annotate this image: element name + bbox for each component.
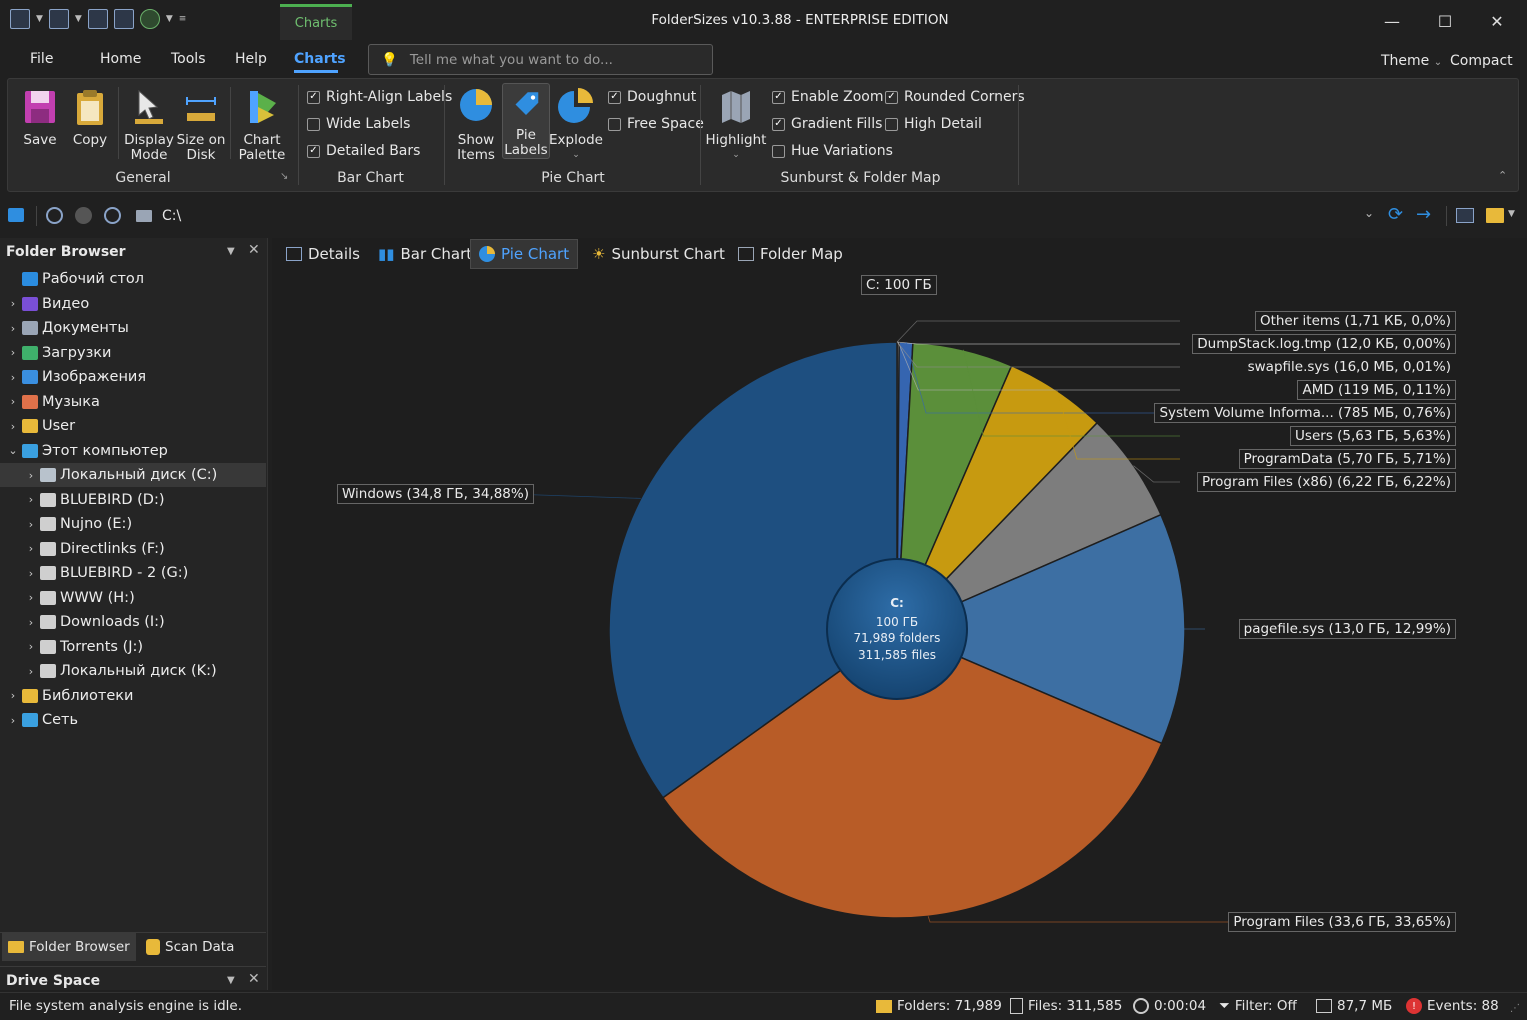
status-memory-label: 87,7 МБ: [1337, 998, 1393, 1014]
pie-label: Program Files (33,6 ГБ, 33,65%): [1228, 912, 1456, 932]
center-folders: 71,989 folders: [853, 631, 941, 645]
pie-label: DumpStack.log.tmp (12,0 КБ, 0,00%): [1192, 334, 1456, 354]
leader-line: [927, 916, 1256, 923]
pie-label: Other items (1,71 КБ, 0,0%): [1254, 311, 1456, 331]
status-files: Files: 311,585: [1010, 998, 1122, 1014]
leader-line: [896, 341, 1180, 345]
status-filter-label: Filter: Off: [1234, 998, 1297, 1014]
status-memory: 87,7 МБ: [1316, 998, 1392, 1014]
alert-icon: !: [1406, 998, 1422, 1014]
leader-line: [896, 320, 1180, 343]
pie-label: swapfile.sys (16,0 МБ, 0,01%): [1242, 357, 1456, 377]
clock-icon: [1133, 998, 1149, 1014]
status-folders: Folders: 71,989: [876, 998, 1002, 1014]
status-time-label: 0:00:04: [1154, 998, 1207, 1014]
folder-icon: [876, 999, 892, 1013]
center-files: 311,585 files: [858, 647, 936, 662]
pie-label: ProgramData (5,70 ГБ, 5,71%): [1238, 449, 1456, 469]
pie-chart: [509, 320, 1256, 923]
doughnut-center: C: 100 ГБ 71,989 folders 311,585 files: [826, 558, 968, 700]
pie-label: AMD (119 МБ, 0,11%): [1297, 380, 1456, 400]
status-message: File system analysis engine is idle.: [9, 998, 243, 1014]
status-bar: File system analysis engine is idle. Fol…: [0, 992, 1527, 1020]
status-time: 0:00:04: [1133, 998, 1206, 1014]
pie-label: Users (5,63 ГБ, 5,63%): [1290, 426, 1456, 446]
status-events-label: Events: 88: [1427, 998, 1499, 1014]
center-size: 100 ГБ: [875, 614, 919, 629]
pie-label: System Volume Informa... (785 МБ, 0,76%): [1154, 403, 1456, 423]
memory-icon: [1316, 999, 1332, 1013]
pie-label: Windows (34,8 ГБ, 34,88%): [337, 484, 534, 504]
center-drive: C:: [890, 596, 904, 610]
status-events[interactable]: ! Events: 88: [1406, 998, 1499, 1014]
filter-icon: ⏷: [1219, 998, 1230, 1014]
status-files-label: Files: 311,585: [1028, 998, 1123, 1014]
status-filter[interactable]: ⏷ Filter: Off: [1219, 998, 1297, 1014]
pie-label: Program Files (x86) (6,22 ГБ, 6,22%): [1196, 472, 1456, 492]
file-icon: [1010, 998, 1023, 1014]
status-folders-label: Folders: 71,989: [897, 998, 1002, 1014]
pie-label: pagefile.sys (13,0 ГБ, 12,99%): [1238, 619, 1456, 639]
resize-grip-icon[interactable]: ⋰: [1510, 1003, 1520, 1014]
